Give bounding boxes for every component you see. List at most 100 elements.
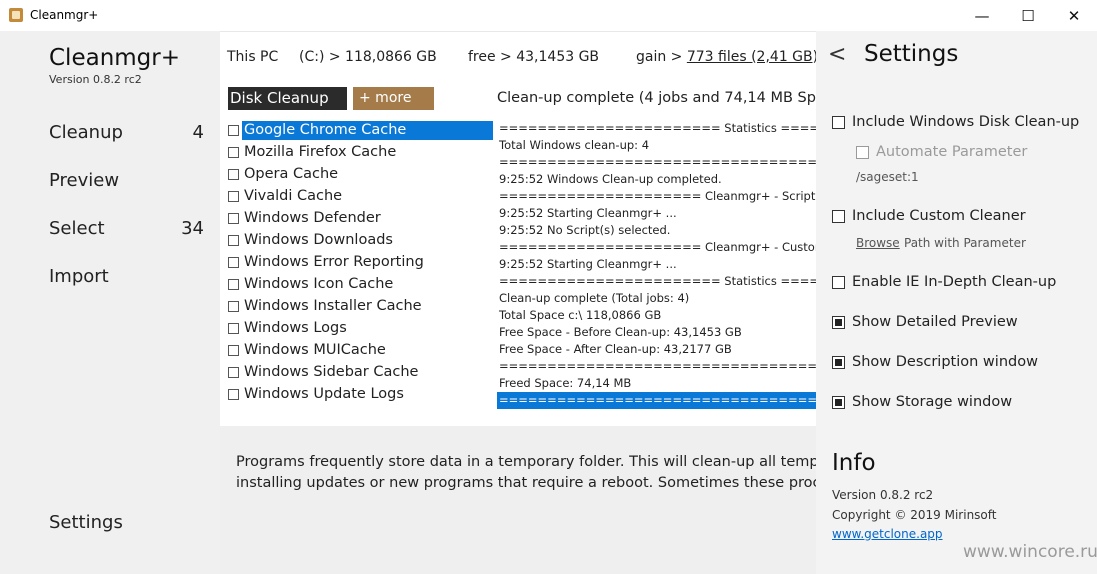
list-item[interactable]: Windows Update Logs bbox=[227, 383, 493, 405]
checkbox[interactable] bbox=[228, 278, 239, 290]
log-line: Free Space - Before Clean-up: 43,1453 GB bbox=[499, 325, 742, 339]
log-line: ===================== Cleanmgr+ - Custom bbox=[499, 240, 817, 254]
list-item-label: Windows Sidebar Cache bbox=[244, 363, 419, 380]
log-line: 9:25:52 Starting Cleanmgr+ ... bbox=[499, 206, 677, 220]
maximize-button[interactable]: ☐ bbox=[1005, 0, 1051, 31]
option-label: Include Windows Disk Clean-up bbox=[852, 114, 1080, 130]
list-item-label: Google Chrome Cache bbox=[242, 120, 493, 140]
log-line: Free Space - After Clean-up: 43,2177 GB bbox=[499, 342, 732, 356]
include-custom-cleaner-option[interactable]: Include Custom Cleaner bbox=[832, 208, 1026, 224]
checkbox[interactable] bbox=[832, 209, 845, 223]
nav-item-select[interactable]: Select 34 bbox=[49, 218, 204, 239]
list-item-label: Windows Update Logs bbox=[244, 385, 404, 402]
checkbox[interactable] bbox=[228, 190, 239, 202]
checkbox[interactable] bbox=[228, 344, 239, 356]
app-icon bbox=[9, 8, 23, 22]
list-item[interactable]: Windows Installer Cache bbox=[227, 295, 493, 317]
list-item-label: Windows Logs bbox=[244, 319, 347, 336]
list-item[interactable]: Windows Sidebar Cache bbox=[227, 361, 493, 383]
checkbox[interactable] bbox=[228, 300, 239, 312]
checkbox[interactable] bbox=[228, 388, 239, 400]
close-button[interactable]: ✕ bbox=[1051, 0, 1097, 31]
log-line: 9:25:52 Starting Cleanmgr+ ... bbox=[499, 257, 677, 271]
log-line: Clean-up complete (Total jobs: 4) bbox=[499, 291, 690, 305]
info-copyright: Copyright © 2019 Mirinsoft bbox=[832, 508, 997, 522]
include-disk-cleanup-option[interactable]: Include Windows Disk Clean-up bbox=[832, 114, 1079, 130]
list-item[interactable]: Opera Cache bbox=[227, 163, 493, 185]
show-storage-window-option[interactable]: Show Storage window bbox=[832, 394, 1012, 410]
minimize-button[interactable]: — bbox=[959, 0, 1005, 31]
list-item-label: Windows Defender bbox=[244, 209, 381, 226]
gain-info: gain > 773 files (2,41 GB) bbox=[636, 49, 818, 65]
checkbox-checked[interactable] bbox=[832, 395, 845, 409]
website-link[interactable]: www.getclone.app bbox=[832, 527, 943, 541]
settings-title: Settings bbox=[864, 41, 959, 67]
nav-item-import[interactable]: Import bbox=[49, 266, 204, 287]
log-line: 9:25:52 No Script(s) selected. bbox=[499, 223, 671, 237]
checkbox[interactable] bbox=[228, 146, 239, 158]
description-line: Programs frequently store data in a temp… bbox=[236, 454, 818, 470]
list-item[interactable]: Windows Logs bbox=[227, 317, 493, 339]
enable-ie-option[interactable]: Enable IE In-Depth Clean-up bbox=[832, 274, 1056, 290]
option-label: Include Custom Cleaner bbox=[852, 208, 1026, 224]
app-version: Version 0.8.2 rc2 bbox=[49, 73, 142, 86]
list-item[interactable]: Vivaldi Cache bbox=[227, 185, 493, 207]
checkbox[interactable] bbox=[228, 234, 239, 246]
option-label: Show Storage window bbox=[852, 394, 1013, 410]
checkbox[interactable] bbox=[228, 168, 239, 180]
checkbox[interactable] bbox=[228, 256, 239, 268]
checkbox[interactable] bbox=[228, 124, 239, 136]
drive-size: (C:) > 118,0866 GB bbox=[299, 49, 437, 65]
window-title: Cleanmgr+ bbox=[30, 8, 99, 22]
automate-parameter-option[interactable]: Automate Parameter bbox=[856, 144, 1027, 160]
list-item[interactable]: Windows Defender bbox=[227, 207, 493, 229]
option-label: Show Detailed Preview bbox=[852, 314, 1018, 330]
checkbox[interactable] bbox=[832, 115, 845, 129]
nav-item-label: Preview bbox=[49, 170, 120, 191]
list-item-label: Windows Downloads bbox=[244, 231, 393, 248]
option-label: Show Description window bbox=[852, 354, 1038, 370]
list-item-label: Vivaldi Cache bbox=[244, 187, 343, 204]
checkbox[interactable] bbox=[856, 145, 869, 159]
description-panel bbox=[220, 426, 820, 574]
sageset-value: /sageset:1 bbox=[856, 170, 919, 184]
checkbox-checked[interactable] bbox=[832, 315, 845, 329]
navigation-pane bbox=[0, 31, 220, 574]
nav-item-label: Import bbox=[49, 266, 109, 287]
checkbox[interactable] bbox=[832, 275, 845, 289]
log-status: Clean-up complete (4 jobs and 74,14 MB S… bbox=[497, 90, 817, 106]
gain-link[interactable]: 773 files (2,41 GB) bbox=[687, 49, 818, 65]
free-space: free > 43,1453 GB bbox=[468, 49, 600, 65]
show-detailed-preview-option[interactable]: Show Detailed Preview bbox=[832, 314, 1018, 330]
list-item[interactable]: Windows Icon Cache bbox=[227, 273, 493, 295]
nav-item-cleanup[interactable]: Cleanup 4 bbox=[49, 122, 204, 143]
nav-item-settings[interactable]: Settings bbox=[49, 512, 204, 533]
show-description-window-option[interactable]: Show Description window bbox=[832, 354, 1038, 370]
nav-item-preview[interactable]: Preview bbox=[49, 170, 204, 191]
gain-label: gain > bbox=[636, 49, 687, 65]
checkbox-checked[interactable] bbox=[832, 355, 845, 369]
list-item[interactable]: Google Chrome Cache bbox=[227, 119, 493, 141]
disk-cleanup-button[interactable]: Disk Cleanup bbox=[228, 87, 347, 110]
list-item-label: Opera Cache bbox=[244, 165, 339, 182]
checkbox[interactable] bbox=[228, 322, 239, 334]
list-item-label: Mozilla Firefox Cache bbox=[244, 143, 397, 160]
checkbox[interactable] bbox=[228, 212, 239, 224]
nav-item-count: 34 bbox=[181, 218, 204, 239]
browse-link[interactable]: Browse bbox=[856, 236, 900, 250]
list-item[interactable]: Windows MUICache bbox=[227, 339, 493, 361]
log-line: 9:25:52 Windows Clean-up completed. bbox=[499, 172, 722, 186]
description-line: installing updates or new programs that … bbox=[236, 475, 818, 491]
checkbox[interactable] bbox=[228, 366, 239, 378]
log-line: Total Space c:\ 118,0866 GB bbox=[499, 308, 662, 322]
more-button[interactable]: + more bbox=[353, 87, 434, 110]
list-item[interactable]: Windows Downloads bbox=[227, 229, 493, 251]
info-version: Version 0.8.2 rc2 bbox=[832, 488, 934, 502]
list-item-label: Windows Installer Cache bbox=[244, 297, 422, 314]
description-text: Programs frequently store data in a temp… bbox=[236, 452, 818, 494]
log-output[interactable]: ======================= Statistics =====… bbox=[497, 120, 817, 409]
list-item[interactable]: Windows Error Reporting bbox=[227, 251, 493, 273]
log-line: ======================= Statistics =====… bbox=[499, 274, 817, 288]
back-arrow-icon[interactable]: < bbox=[828, 42, 846, 67]
list-item[interactable]: Mozilla Firefox Cache bbox=[227, 141, 493, 163]
